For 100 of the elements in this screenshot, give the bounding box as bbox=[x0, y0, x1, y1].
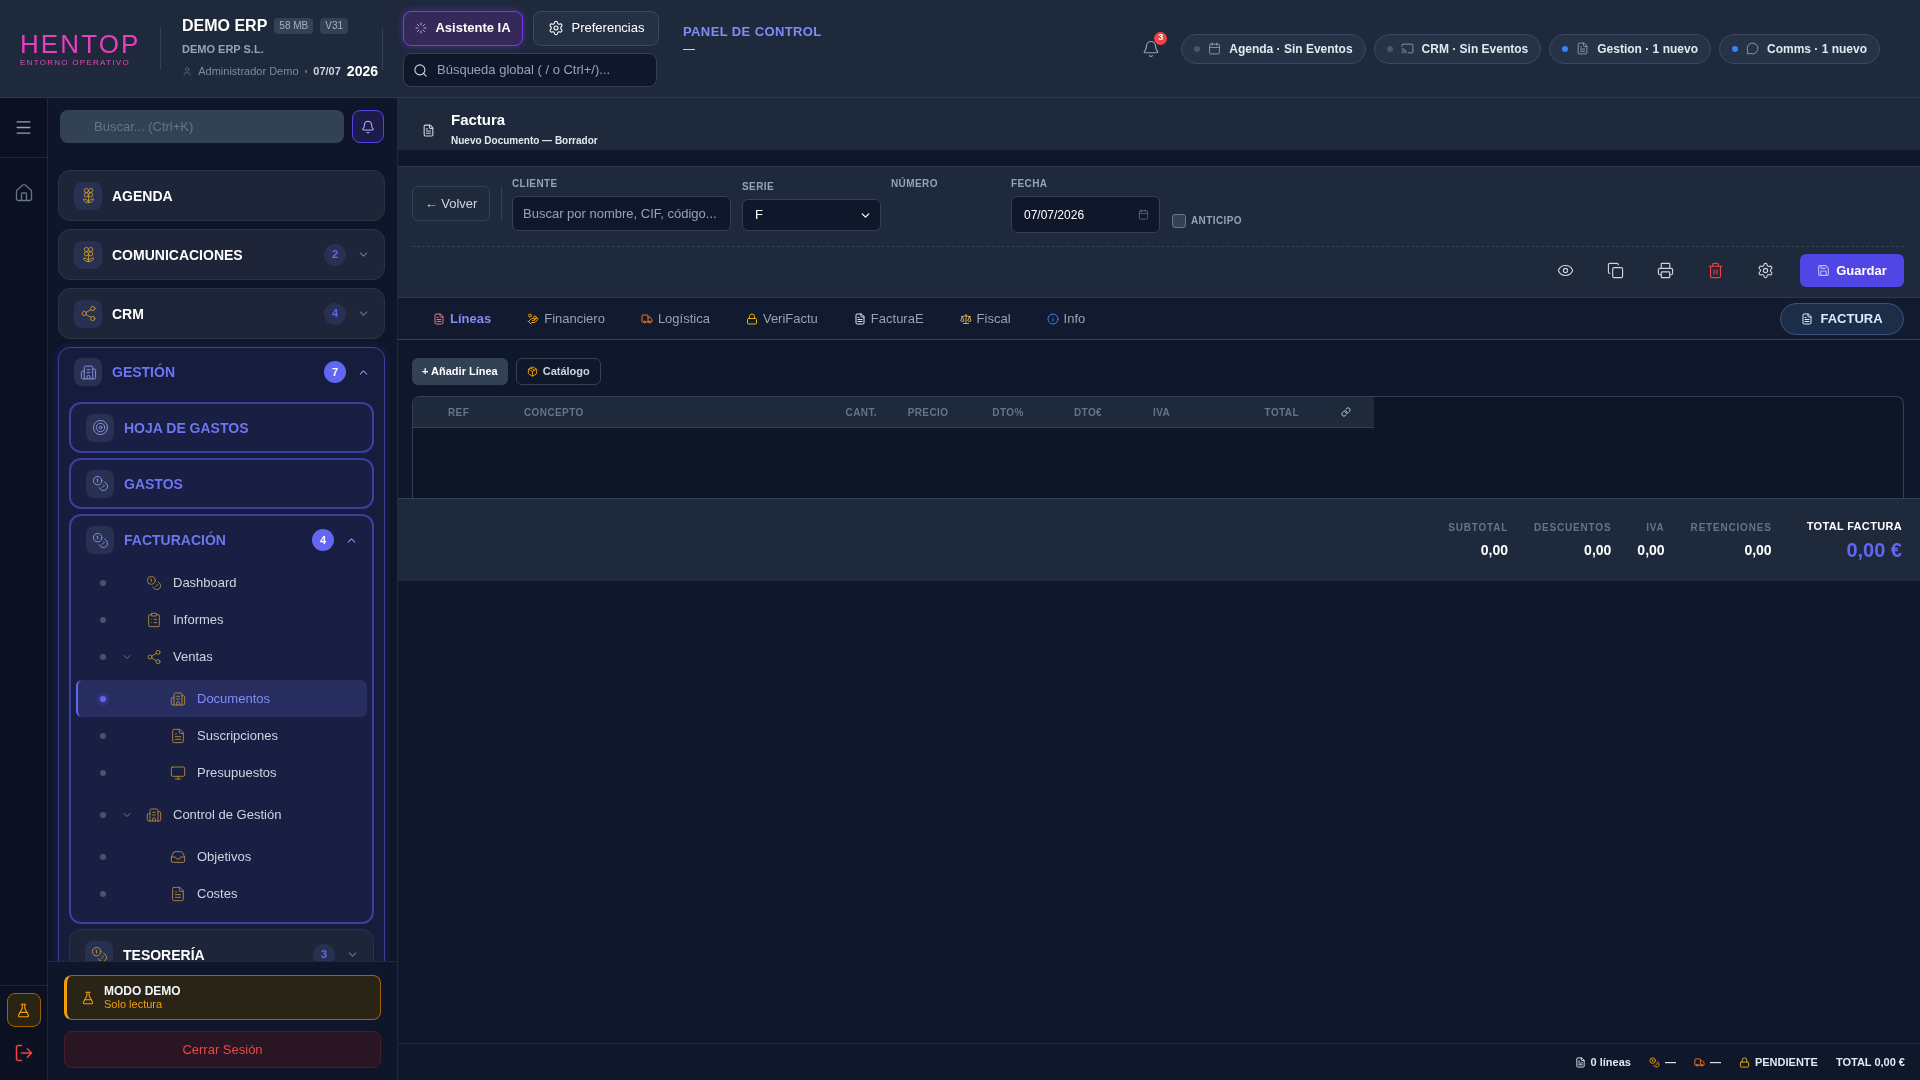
tree-item[interactable]: Informes bbox=[76, 601, 367, 638]
tab[interactable]: Fiscal bbox=[941, 303, 1029, 334]
status-text: — bbox=[1709, 1054, 1721, 1070]
coins-icon bbox=[86, 469, 114, 498]
series-select[interactable]: F bbox=[742, 199, 881, 231]
nav-item[interactable]: GASTOS bbox=[69, 458, 374, 509]
field-label: NÚMERO bbox=[891, 178, 939, 190]
document-icon bbox=[422, 124, 435, 137]
print-icon[interactable] bbox=[1656, 262, 1674, 279]
field-label: SERIE bbox=[742, 181, 775, 193]
page-title: PANEL DE CONTROL bbox=[683, 23, 822, 41]
total-value: 0,00 bbox=[1584, 540, 1612, 560]
building-icon bbox=[74, 358, 102, 386]
coins-icon bbox=[85, 940, 113, 961]
status-text: 0 líneas bbox=[1590, 1054, 1631, 1070]
total-label: SUBTOTAL bbox=[1448, 520, 1509, 535]
tree-item[interactable]: Costes bbox=[76, 875, 367, 912]
total-value: 0,00 bbox=[1480, 540, 1509, 560]
count-badge: 4 bbox=[312, 529, 334, 551]
back-button[interactable]: ← Volver bbox=[412, 186, 490, 221]
field-label: FECHA bbox=[1011, 178, 1049, 190]
nav-item[interactable]: HOJA DE GASTOS bbox=[69, 402, 374, 453]
status-pill[interactable]: Gestion · 1 nuevo bbox=[1549, 33, 1711, 64]
bell-icon[interactable] bbox=[1142, 39, 1161, 58]
tree-item[interactable]: Presupuestos bbox=[76, 754, 367, 791]
calendar-icon bbox=[1138, 209, 1149, 220]
total-value: 0,00 bbox=[1744, 540, 1772, 560]
truck-icon bbox=[1693, 1056, 1705, 1068]
nav-item[interactable]: AGENDA bbox=[58, 170, 385, 221]
logout-icon[interactable] bbox=[13, 1043, 34, 1063]
demo-mode-button[interactable] bbox=[6, 993, 41, 1027]
tree-item[interactable]: Dashboard bbox=[76, 564, 367, 601]
column-header: IVA bbox=[1153, 405, 1171, 420]
catalog-button[interactable]: Catálogo bbox=[515, 358, 601, 385]
save-button[interactable]: Guardar bbox=[1800, 254, 1904, 287]
document-icon bbox=[853, 312, 866, 325]
date-field[interactable]: 07/07/2026 bbox=[1011, 196, 1160, 233]
nav-item[interactable]: CRM 4 bbox=[58, 288, 385, 339]
checkbox[interactable] bbox=[1172, 213, 1186, 228]
checkbox-label: ANTICIPO bbox=[1191, 214, 1242, 228]
logo: HENTOP bbox=[20, 29, 141, 58]
tab[interactable]: FacturaE bbox=[835, 303, 942, 334]
assistant-button[interactable]: Asistente IA bbox=[403, 10, 523, 46]
session-year: 2026 bbox=[346, 61, 378, 81]
preferences-button[interactable]: Preferencias bbox=[533, 10, 659, 46]
tab[interactable]: Logística bbox=[622, 303, 728, 334]
notification-count: 3 bbox=[1154, 31, 1168, 45]
copy-icon[interactable] bbox=[1606, 262, 1624, 279]
clipboard-icon bbox=[146, 611, 162, 628]
tree-item[interactable]: Objetivos bbox=[76, 838, 367, 875]
tab[interactable]: Financiero bbox=[509, 303, 623, 334]
settings-icon bbox=[547, 20, 564, 36]
tab[interactable]: VeriFactu bbox=[727, 303, 836, 334]
status-text: TOTAL 0,00 € bbox=[1835, 1054, 1905, 1070]
column-header: PRECIO bbox=[907, 405, 949, 420]
trash-icon[interactable] bbox=[1706, 262, 1724, 279]
total-label: DESCUENTOS bbox=[1534, 520, 1612, 535]
nav-item[interactable]: TESORERÍA 3 bbox=[69, 929, 374, 961]
document-icon bbox=[433, 312, 445, 325]
status-pill[interactable]: Comms · 1 nuevo bbox=[1718, 33, 1880, 64]
flower-icon bbox=[74, 181, 102, 210]
tree-item[interactable]: Suscripciones bbox=[76, 717, 367, 754]
menu-icon[interactable] bbox=[14, 118, 33, 137]
document-subtitle: Nuevo Documento — Borrador bbox=[451, 135, 598, 147]
settings-icon[interactable] bbox=[1756, 262, 1774, 279]
burst-icon bbox=[415, 22, 428, 34]
client-search-field[interactable]: Buscar por nombre, CIF, código... bbox=[512, 196, 731, 231]
hand-coins-icon bbox=[527, 312, 540, 325]
info-tag: 58 MB bbox=[274, 17, 314, 34]
column-header: DTO% bbox=[992, 405, 1024, 420]
tree-item[interactable]: Documentos bbox=[76, 680, 367, 717]
tree-item[interactable]: Control de Gestión bbox=[76, 796, 367, 833]
scales-icon bbox=[959, 312, 972, 325]
coins-icon bbox=[146, 574, 162, 591]
document-type-badge: FACTURA bbox=[1780, 302, 1904, 335]
count-badge: 2 bbox=[324, 243, 346, 266]
tree-item[interactable]: Ventas bbox=[76, 638, 367, 675]
tab[interactable]: Líneas bbox=[415, 303, 510, 334]
logo-tagline: ENTORNO OPERATIVO bbox=[20, 57, 130, 68]
eye-icon[interactable] bbox=[1556, 262, 1574, 279]
add-line-button[interactable]: + Añadir Línea bbox=[412, 358, 508, 385]
bell-icon bbox=[361, 119, 376, 134]
bell-button[interactable] bbox=[352, 110, 384, 143]
column-header: CANT. bbox=[845, 405, 877, 420]
total-label: IVA bbox=[1646, 520, 1665, 535]
coins-icon bbox=[1648, 1056, 1660, 1068]
global-search-field[interactable]: Búsqueda global ( / o Ctrl+/)... bbox=[403, 52, 657, 87]
nav-item[interactable]: COMUNICACIONES 2 bbox=[58, 229, 385, 280]
home-icon[interactable] bbox=[13, 183, 34, 203]
status-pill[interactable]: Agenda · Sin Eventos bbox=[1181, 33, 1366, 64]
nav-item[interactable]: GESTIÓN 7 bbox=[59, 348, 384, 396]
tab[interactable]: Info bbox=[1028, 303, 1104, 334]
nav-item[interactable]: FACTURACIÓN 4 bbox=[71, 516, 372, 564]
calendar-icon bbox=[1208, 42, 1222, 55]
status-pill[interactable]: CRM · Sin Eventos bbox=[1373, 33, 1542, 64]
truck-icon bbox=[640, 312, 653, 325]
column-header: DTO€ bbox=[1073, 405, 1103, 420]
grand-total-label: TOTAL FACTURA bbox=[1806, 519, 1902, 535]
logout-button[interactable]: Cerrar Sesión bbox=[64, 1031, 381, 1068]
grand-total-value: 0,00 € bbox=[1846, 537, 1902, 562]
